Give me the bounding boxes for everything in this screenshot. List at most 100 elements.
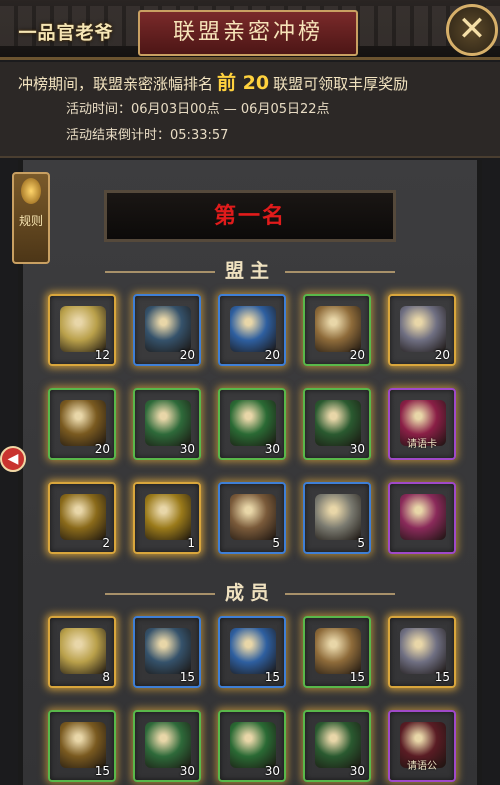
item-count: 15 bbox=[94, 764, 110, 778]
section-member-label: 成员 bbox=[224, 582, 275, 604]
ranking-description: 冲榜期间，联盟亲密涨幅排名前 20 联盟可领取丰厚奖励 bbox=[18, 68, 408, 95]
reward-item[interactable]: 30 bbox=[218, 710, 286, 782]
rules-button[interactable]: 规则 bbox=[12, 172, 50, 264]
reward-item[interactable]: 30 bbox=[303, 710, 371, 782]
reward-item[interactable]: 20 bbox=[133, 294, 201, 366]
item-count: 20 bbox=[434, 348, 450, 362]
reward-item[interactable]: 30 bbox=[218, 388, 286, 460]
reward-item[interactable]: 5 bbox=[218, 482, 286, 554]
green-robe-icon bbox=[145, 722, 191, 768]
item-count: 15 bbox=[264, 670, 280, 684]
leader-rewards-grid: 12 20 20 20 20 20 30 30 30 请语卡 2 1 5 5 bbox=[48, 294, 456, 554]
item-count: 15 bbox=[349, 670, 365, 684]
golden-tablet-icon bbox=[145, 494, 191, 540]
reward-item[interactable]: 20 bbox=[218, 294, 286, 366]
book-pouch-icon bbox=[145, 306, 191, 352]
event-time-value: 06月03日00点 — 06月05日22点 bbox=[131, 102, 330, 117]
reward-item[interactable]: 15 bbox=[48, 710, 116, 782]
item-count: 30 bbox=[179, 764, 195, 778]
item-count: 30 bbox=[264, 442, 280, 456]
peach-bowl-icon bbox=[315, 306, 361, 352]
item-count: 5 bbox=[272, 536, 280, 550]
book-pouch-icon bbox=[145, 628, 191, 674]
reward-item[interactable]: 30 bbox=[303, 388, 371, 460]
reward-item[interactable]: 15 bbox=[388, 616, 456, 688]
item-count: 30 bbox=[349, 764, 365, 778]
close-button[interactable]: ✕ bbox=[446, 4, 498, 56]
rules-label: 规则 bbox=[18, 214, 43, 228]
rank-threshold: 前 20 bbox=[217, 72, 270, 94]
item-count: 2 bbox=[102, 536, 110, 550]
reward-item[interactable]: 请语卡 bbox=[388, 388, 456, 460]
ornament-left bbox=[104, 271, 215, 273]
rank-title: 第一名 bbox=[104, 190, 396, 242]
section-leader-label: 盟主 bbox=[224, 260, 275, 282]
item-count: 30 bbox=[349, 442, 365, 456]
green-hat-icon bbox=[230, 722, 276, 768]
ornament-right bbox=[285, 271, 395, 273]
ornament-left bbox=[104, 593, 215, 595]
blue-book-icon bbox=[230, 306, 276, 352]
item-label: 请语公 bbox=[407, 761, 437, 772]
gold-silver-ingots-icon bbox=[60, 628, 106, 674]
reward-item[interactable]: 1 bbox=[133, 482, 201, 554]
item-count: 30 bbox=[264, 764, 280, 778]
item-count: 30 bbox=[179, 442, 195, 456]
countdown: 活动结束倒计时：05:33:57 bbox=[66, 124, 228, 143]
item-count: 20 bbox=[94, 442, 110, 456]
reward-item[interactable]: 15 bbox=[133, 616, 201, 688]
reward-item[interactable]: 12 bbox=[48, 294, 116, 366]
reward-item[interactable]: 30 bbox=[133, 388, 201, 460]
gold-silver-ingots-icon bbox=[60, 306, 106, 352]
green-robe-icon bbox=[145, 400, 191, 446]
member-rewards-grid: 8 15 15 15 15 15 30 30 30 请语公 bbox=[48, 616, 456, 782]
item-count: 20 bbox=[349, 348, 365, 362]
rainbow-gem-icon bbox=[400, 306, 446, 352]
reward-item[interactable]: 20 bbox=[303, 294, 371, 366]
pig-figure-icon bbox=[230, 494, 276, 540]
golden-robe-icon bbox=[60, 494, 106, 540]
reward-item[interactable] bbox=[388, 482, 456, 554]
section-title-member: 成员 bbox=[0, 578, 500, 605]
desc-prefix: 冲榜期间，联盟亲密涨幅排名 bbox=[18, 75, 214, 93]
item-count: 12 bbox=[94, 348, 110, 362]
event-time-label: 活动时间： bbox=[66, 102, 132, 117]
item-label: 请语卡 bbox=[407, 439, 437, 450]
blue-book-icon bbox=[230, 628, 276, 674]
reward-item[interactable]: 8 bbox=[48, 616, 116, 688]
reward-item[interactable]: 20 bbox=[388, 294, 456, 366]
reward-item[interactable]: 2 bbox=[48, 482, 116, 554]
countdown-label: 活动结束倒计时： bbox=[66, 128, 171, 143]
section-title-leader: 盟主 bbox=[0, 256, 500, 283]
silver-urn-icon bbox=[315, 494, 361, 540]
item-count: 20 bbox=[264, 348, 280, 362]
reward-item[interactable]: 30 bbox=[133, 710, 201, 782]
item-count: 20 bbox=[179, 348, 195, 362]
reward-item[interactable]: 20 bbox=[48, 388, 116, 460]
event-time: 活动时间：06月03日00点 — 06月05日22点 bbox=[66, 98, 330, 117]
ornament-right bbox=[285, 593, 395, 595]
game-logo: 一品官老爷 bbox=[18, 23, 114, 44]
rainbow-gem-icon bbox=[400, 628, 446, 674]
green-boot-icon bbox=[315, 400, 361, 446]
reward-item[interactable]: 5 bbox=[303, 482, 371, 554]
item-count: 1 bbox=[187, 536, 195, 550]
item-count: 15 bbox=[179, 670, 195, 684]
peach-bowl-icon bbox=[315, 628, 361, 674]
green-boot-icon bbox=[315, 722, 361, 768]
pink-gem-icon bbox=[400, 494, 446, 540]
golden-ornament-icon bbox=[60, 400, 106, 446]
collapse-arrow-button[interactable]: ◀ bbox=[0, 446, 26, 472]
reward-item[interactable]: 15 bbox=[303, 616, 371, 688]
reward-item[interactable]: 15 bbox=[218, 616, 286, 688]
item-count: 15 bbox=[434, 670, 450, 684]
golden-ornament-icon bbox=[60, 722, 106, 768]
desc-suffix: 联盟可领取丰厚奖励 bbox=[273, 75, 409, 93]
lion-knob-icon bbox=[21, 178, 41, 204]
item-count: 8 bbox=[102, 670, 110, 684]
info-panel: 冲榜期间，联盟亲密涨幅排名前 20 联盟可领取丰厚奖励 活动时间：06月03日00… bbox=[0, 62, 500, 158]
countdown-value: 05:33:57 bbox=[170, 128, 229, 143]
green-hat-icon bbox=[230, 400, 276, 446]
reward-item[interactable]: 请语公 bbox=[388, 710, 456, 782]
item-count: 5 bbox=[357, 536, 365, 550]
